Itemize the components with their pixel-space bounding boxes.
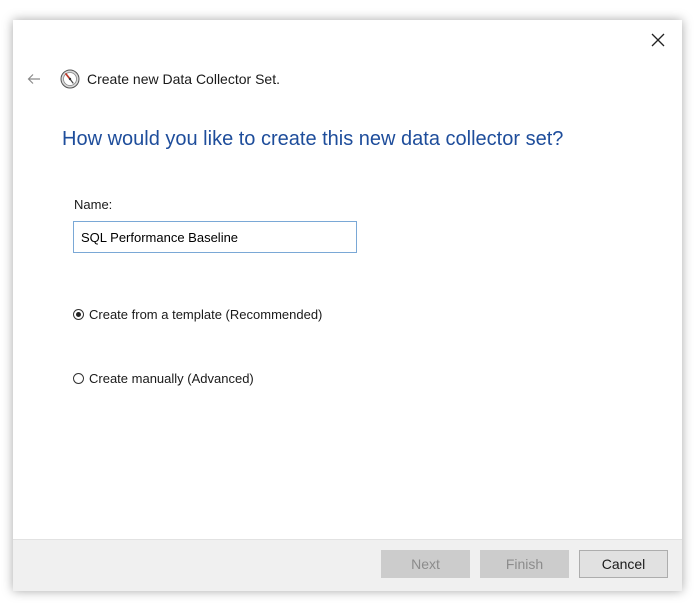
radio-option-manual-label: Create manually (Advanced) <box>89 371 254 386</box>
wizard-header: Create new Data Collector Set. <box>13 64 280 94</box>
close-icon <box>651 33 665 47</box>
wizard-title: Create new Data Collector Set. <box>87 71 280 87</box>
performance-monitor-icon <box>60 69 80 89</box>
radio-option-manual[interactable]: Create manually (Advanced) <box>73 371 254 386</box>
next-button[interactable]: Next <box>381 550 470 578</box>
finish-button[interactable]: Finish <box>480 550 569 578</box>
radio-button-selected[interactable] <box>73 309 84 320</box>
page-question: How would you like to create this new da… <box>62 128 564 150</box>
radio-button-unselected[interactable] <box>73 373 84 384</box>
button-bar: Next Finish Cancel <box>13 539 682 591</box>
name-input[interactable] <box>73 221 357 253</box>
back-arrow-icon <box>27 74 40 84</box>
radio-option-template[interactable]: Create from a template (Recommended) <box>73 307 322 322</box>
cancel-button[interactable]: Cancel <box>579 550 668 578</box>
wizard-window: Create new Data Collector Set. How would… <box>13 20 682 591</box>
close-button[interactable] <box>644 26 672 54</box>
back-button[interactable] <box>23 68 45 90</box>
radio-option-template-label: Create from a template (Recommended) <box>89 307 323 322</box>
name-label: Name: <box>74 197 113 212</box>
